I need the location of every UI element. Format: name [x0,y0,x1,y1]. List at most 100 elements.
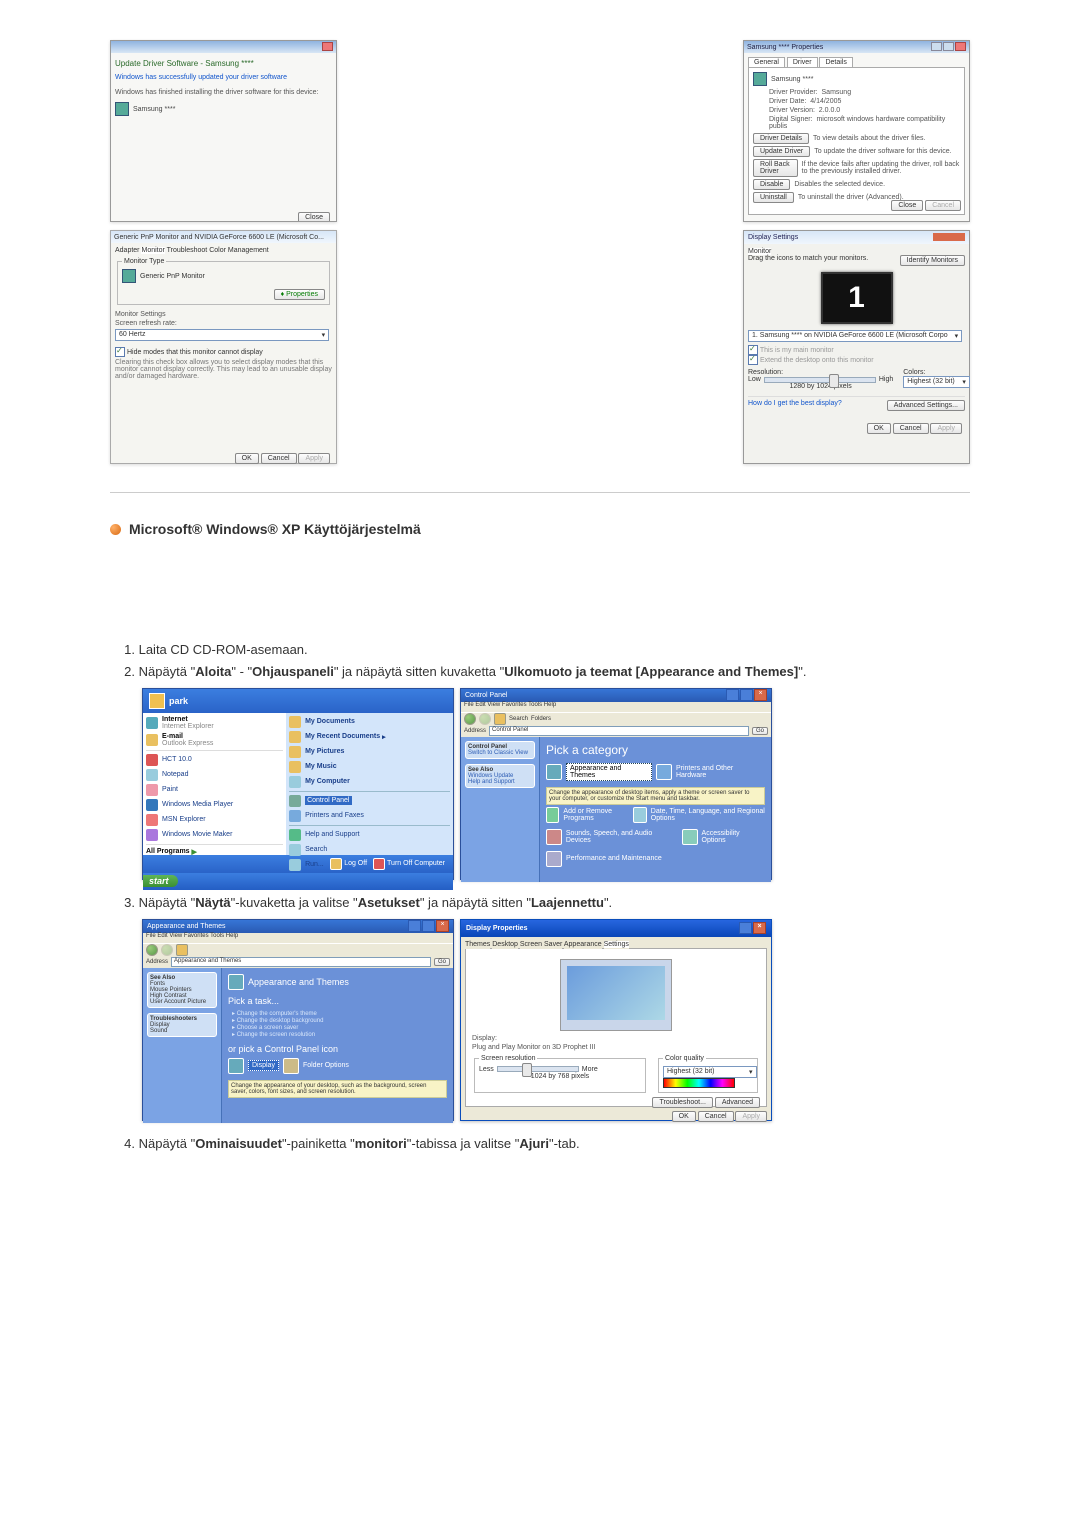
os-heading: Microsoft® Windows® XP Käyttöjärjestelmä [110,521,970,537]
cancel-button: Cancel [925,200,961,211]
category-item[interactable]: Sounds, Speech, and Audio DevicesAccessi… [546,829,765,845]
up-icon[interactable] [176,944,188,956]
rollback-driver-button[interactable]: Roll Back Driver [753,159,798,177]
start-control-panel[interactable]: Control Panel [289,795,450,807]
start-item-internet[interactable]: InternetInternet Explorer [146,716,283,730]
start-item[interactable]: Windows Media Player [146,799,283,811]
best-display-link[interactable]: How do I get the best display? [748,400,842,411]
task-link[interactable]: ▸ Choose a screen saver [232,1024,447,1031]
start-all-programs[interactable]: All Programs ▶ [146,848,283,856]
identify-monitors-button[interactable]: Identify Monitors [900,255,965,266]
color-quality-dropdown[interactable]: Highest (32 bit)▾ [663,1066,757,1078]
apply-button: Apply [735,1111,767,1122]
update-success-text: Windows has successfully updated your dr… [115,74,332,81]
arrow-right-icon: ▶ [192,848,197,856]
start-item-email[interactable]: E-mailOutlook Express [146,733,283,747]
monitor-thumbnail[interactable]: 1 [821,272,893,324]
cancel-button[interactable]: Cancel [698,1111,734,1122]
close-button[interactable]: Close [298,212,330,222]
screenshot-appearance-themes: Appearance and Themes × File Edit View F… [142,919,454,1121]
advanced-settings-button[interactable]: Advanced Settings... [887,400,965,411]
step-2: Näpäytä "Aloita" - "Ohjauspaneli" ja näp… [139,663,970,682]
start-item[interactable]: Paint [146,784,283,796]
divider [110,492,970,493]
start-item[interactable]: Notepad [146,769,283,781]
logoff-button[interactable]: Log Off [330,858,367,870]
screenshot-control-panel: Control Panel × File Edit View Favorites… [460,688,772,880]
cp-icon-display[interactable]: Display Folder Options [228,1058,447,1074]
resolution-slider[interactable] [497,1066,579,1072]
go-button[interactable]: Go [752,727,768,735]
close-icon [322,42,333,51]
ok-button[interactable]: OK [867,423,891,434]
address-field[interactable]: Control Panel [489,726,749,736]
apply-button: Apply [930,423,962,434]
monitor-icon [753,72,767,86]
task-link[interactable]: ▸ Change the computer's theme [232,1010,447,1017]
cancel-button[interactable]: Cancel [893,423,929,434]
address-field[interactable]: Appearance and Themes [171,957,431,967]
start-item[interactable]: HCT 10.0 [146,754,283,766]
properties-button[interactable]: ♦ Properties [274,289,325,300]
step-1: Laita CD CD-ROM-asemaan. [139,641,970,660]
colors-dropdown[interactable]: Highest (32 bit)▾ [903,376,970,388]
troubleshoot-button[interactable]: Troubleshoot... [652,1097,712,1108]
task-link[interactable]: ▸ Change the screen resolution [232,1031,447,1038]
turnoff-button[interactable]: Turn Off Computer [373,858,445,870]
screenshot-update-driver: Update Driver Software - Samsung **** Wi… [110,40,337,222]
close-icon [933,233,965,241]
start-right-item[interactable]: My Documents [289,716,450,728]
category-item[interactable]: Performance and Maintenance [546,851,765,867]
back-icon[interactable] [464,713,476,725]
close-icon[interactable]: × [754,689,767,701]
back-icon[interactable] [146,944,158,956]
start-right-item[interactable]: Printers and Faxes [289,810,450,822]
start-right-item[interactable]: My Pictures [289,746,450,758]
close-icon[interactable]: × [753,922,766,934]
cancel-button[interactable]: Cancel [261,453,297,464]
extend-desktop-checkbox [748,355,758,365]
up-icon[interactable] [494,713,506,725]
start-item[interactable]: Windows Movie Maker [146,829,283,841]
close-icon[interactable]: × [436,920,449,932]
close-icon [955,42,966,51]
category-item[interactable]: Add or Remove ProgramsDate, Time, Langua… [546,807,765,823]
ok-button[interactable]: OK [672,1111,696,1122]
disable-button[interactable]: Disable [753,179,790,190]
screenshot-display-properties: Display Properties × Themes Desktop Scre… [460,919,772,1121]
screenshot-row-top: Update Driver Software - Samsung **** Wi… [110,40,970,222]
close-button[interactable]: Close [891,200,923,211]
user-avatar-icon [149,693,165,709]
start-right-item[interactable]: Help and Support [289,829,450,841]
chevron-down-icon: ▾ [962,378,966,386]
start-right-item[interactable]: My Recent Documents ▸ [289,731,450,743]
refresh-rate-dropdown[interactable]: 60 Hertz▾ [115,329,329,341]
chevron-down-icon: ▾ [322,331,326,339]
monitor-preview [560,959,672,1031]
category-appearance[interactable]: Appearance and ThemesPrinters and Other … [546,763,765,781]
screenshot-row-2: Generic PnP Monitor and NVIDIA GeForce 6… [110,230,970,464]
hide-modes-checkbox[interactable] [115,347,125,357]
start-right-item[interactable]: My Computer [289,776,450,788]
task-link[interactable]: ▸ Change the desktop background [232,1017,447,1024]
update-driver-button[interactable]: Update Driver [753,146,810,157]
uninstall-button[interactable]: Uninstall [753,192,794,203]
step-4: Näpäytä "Ominaisuudet"-painiketta "monit… [139,1135,970,1154]
screenshot-driver-properties: Samsung **** Properties General Driver D… [743,40,970,222]
monitor-icon [115,102,129,116]
display-device-dropdown[interactable]: 1. Samsung **** on NVIDIA GeForce 6600 L… [748,330,962,342]
ok-button[interactable]: OK [235,453,259,464]
step-3: Näpäytä "Näytä"-kuvaketta ja valitse "As… [139,894,970,913]
resolution-slider[interactable] [764,377,876,383]
start-button[interactable]: start [143,875,178,887]
go-button[interactable]: Go [434,958,450,966]
screenshot-start-menu: park InternetInternet Explorer E-mailOut… [142,688,454,880]
driver-details-button[interactable]: Driver Details [753,133,809,144]
start-right-item[interactable]: Search [289,844,450,856]
advanced-button[interactable]: Advanced [715,1097,760,1108]
forward-icon [161,944,173,956]
chevron-down-icon: ▾ [955,332,959,340]
start-item[interactable]: MSN Explorer [146,814,283,826]
start-right-item[interactable]: My Music [289,761,450,773]
screenshot-pnp-monitor: Generic PnP Monitor and NVIDIA GeForce 6… [110,230,337,464]
